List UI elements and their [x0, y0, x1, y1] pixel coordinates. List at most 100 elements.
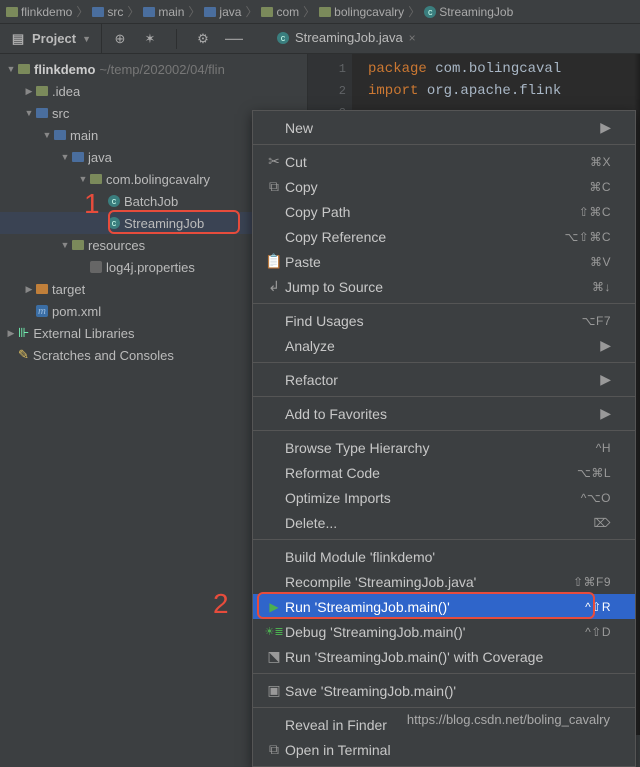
menu-item[interactable]: ⧉Copy⌘C	[253, 174, 635, 199]
class-icon: c	[108, 195, 120, 207]
expand-arrow-icon[interactable]	[22, 108, 36, 118]
gear-icon[interactable]: ⚙	[195, 31, 211, 47]
breadcrumb-label: StreamingJob	[439, 5, 513, 19]
project-label: Project	[32, 31, 76, 46]
breadcrumb-item[interactable]: main	[143, 5, 184, 19]
expand-arrow-icon[interactable]	[22, 86, 36, 97]
menu-shortcut: ^H	[596, 441, 611, 455]
scratch-icon: ✎	[18, 347, 29, 363]
copy-icon: ⧉	[263, 178, 285, 195]
menu-item[interactable]: ✂Cut⌘X	[253, 149, 635, 174]
submenu-arrow-icon: ▶	[599, 405, 611, 422]
breadcrumb-item[interactable]: src	[92, 5, 123, 19]
tree-label: pom.xml	[52, 304, 101, 319]
menu-item[interactable]: ⧉Open in Terminal	[253, 737, 635, 762]
menu-item[interactable]: New▶	[253, 115, 635, 140]
breadcrumb-item[interactable]: java	[204, 5, 241, 19]
annotation-label-1: 1	[84, 188, 100, 220]
paste-icon: 📋	[263, 253, 285, 270]
menu-item[interactable]: ☀≣Debug 'StreamingJob.main()'^⇧D	[253, 619, 635, 644]
jump-icon: ↲	[263, 278, 285, 295]
breadcrumb-label: java	[219, 5, 241, 19]
menu-separator	[253, 303, 635, 304]
menu-shortcut: ⇧⌘F9	[573, 575, 611, 589]
folder-blue-icon	[72, 152, 84, 162]
locate-icon[interactable]: ⊕	[112, 31, 128, 47]
menu-shortcut: ⌘V	[590, 255, 611, 269]
menu-item[interactable]: ↲Jump to Source⌘↓	[253, 274, 635, 299]
submenu-arrow-icon: ▶	[599, 371, 611, 388]
expand-arrow-icon[interactable]	[22, 284, 36, 295]
tree-row[interactable]: flinkdemo ~/temp/202002/04/flin	[0, 58, 307, 80]
tree-row[interactable]: .idea	[0, 80, 307, 102]
breadcrumb-item[interactable]: flinkdemo	[6, 5, 72, 19]
folder-blue-icon	[204, 7, 216, 17]
breadcrumb-item[interactable]: bolingcavalry	[319, 5, 404, 19]
file-icon	[90, 261, 102, 273]
menu-item[interactable]: Browse Type Hierarchy^H	[253, 435, 635, 460]
folder-icon	[18, 64, 30, 74]
editor-tab-label: StreamingJob.java	[295, 30, 403, 45]
tree-suffix: ~/temp/202002/04/flin	[99, 62, 224, 77]
collapse-icon[interactable]: —	[225, 28, 243, 49]
menu-item-label: Cut	[285, 154, 590, 170]
menu-separator	[253, 673, 635, 674]
expand-icon[interactable]: ✶	[142, 31, 158, 47]
menu-item-label: Run 'StreamingJob.main()' with Coverage	[285, 649, 611, 665]
menu-shortcut: ⌘C	[589, 180, 611, 194]
menu-separator	[253, 362, 635, 363]
breadcrumb-item[interactable]: cStreamingJob	[424, 5, 513, 19]
expand-arrow-icon[interactable]	[40, 130, 54, 140]
breadcrumb-label: bolingcavalry	[334, 5, 404, 19]
project-tool-button[interactable]: ▤ Project ▼	[0, 24, 102, 53]
menu-item[interactable]: Delete...⌦	[253, 510, 635, 535]
debug-icon: ☀≣	[263, 625, 285, 638]
menu-item[interactable]: ▶Run 'StreamingJob.main()'^⇧R	[253, 594, 635, 619]
class-icon: c	[424, 6, 436, 18]
expand-arrow-icon[interactable]	[4, 64, 18, 74]
menu-item-label: Build Module 'flinkdemo'	[285, 549, 611, 565]
breadcrumb-item[interactable]: com	[261, 5, 299, 19]
menu-shortcut: ⌥F7	[582, 314, 611, 328]
submenu-arrow-icon: ▶	[599, 119, 611, 136]
folder-blue-icon	[92, 7, 104, 17]
expand-arrow-icon[interactable]	[58, 240, 72, 250]
expand-arrow-icon[interactable]	[4, 328, 18, 339]
menu-item[interactable]: Analyze▶	[253, 333, 635, 358]
menu-item-label: Save 'StreamingJob.main()'	[285, 683, 611, 699]
menu-item[interactable]: Copy Reference⌥⇧⌘C	[253, 224, 635, 249]
menu-shortcut: ⌥⌘L	[577, 466, 611, 480]
expand-arrow-icon[interactable]	[76, 174, 90, 184]
menu-item[interactable]: Build Module 'flinkdemo'	[253, 544, 635, 569]
expand-arrow-icon[interactable]	[58, 152, 72, 162]
close-icon[interactable]: ×	[409, 31, 416, 45]
menu-item[interactable]: ⬔Run 'StreamingJob.main()' with Coverage	[253, 644, 635, 669]
menu-item[interactable]: Refactor▶	[253, 367, 635, 392]
lib-icon: ⊪	[18, 325, 29, 341]
menu-item-label: New	[285, 120, 599, 136]
menu-item-label: Recompile 'StreamingJob.java'	[285, 574, 573, 590]
menu-item[interactable]: Find Usages⌥F7	[253, 308, 635, 333]
menu-separator	[253, 430, 635, 431]
menu-item[interactable]: 📋Paste⌘V	[253, 249, 635, 274]
menu-separator	[253, 396, 635, 397]
menu-item-label: Paste	[285, 254, 590, 270]
separator	[176, 29, 177, 49]
folder-icon	[90, 174, 102, 184]
term-icon: ⧉	[263, 741, 285, 758]
tree-label: StreamingJob	[124, 216, 204, 231]
folder-icon	[36, 86, 48, 96]
menu-item[interactable]: Copy Path⇧⌘C	[253, 199, 635, 224]
menu-item[interactable]: ▣Save 'StreamingJob.main()'	[253, 678, 635, 703]
breadcrumb-label: main	[158, 5, 184, 19]
editor-tab-streamingjob[interactable]: c StreamingJob.java ×	[267, 24, 426, 53]
menu-item[interactable]: Add to Favorites▶	[253, 401, 635, 426]
menu-item[interactable]: Recompile 'StreamingJob.java'⇧⌘F9	[253, 569, 635, 594]
tree-label: resources	[88, 238, 145, 253]
class-icon: c	[277, 32, 289, 44]
menu-item[interactable]: Optimize Imports^⌥O	[253, 485, 635, 510]
menu-item-label: Find Usages	[285, 313, 582, 329]
menu-item-label: Reformat Code	[285, 465, 577, 481]
folder-blue-icon	[54, 130, 66, 140]
menu-item[interactable]: Reformat Code⌥⌘L	[253, 460, 635, 485]
